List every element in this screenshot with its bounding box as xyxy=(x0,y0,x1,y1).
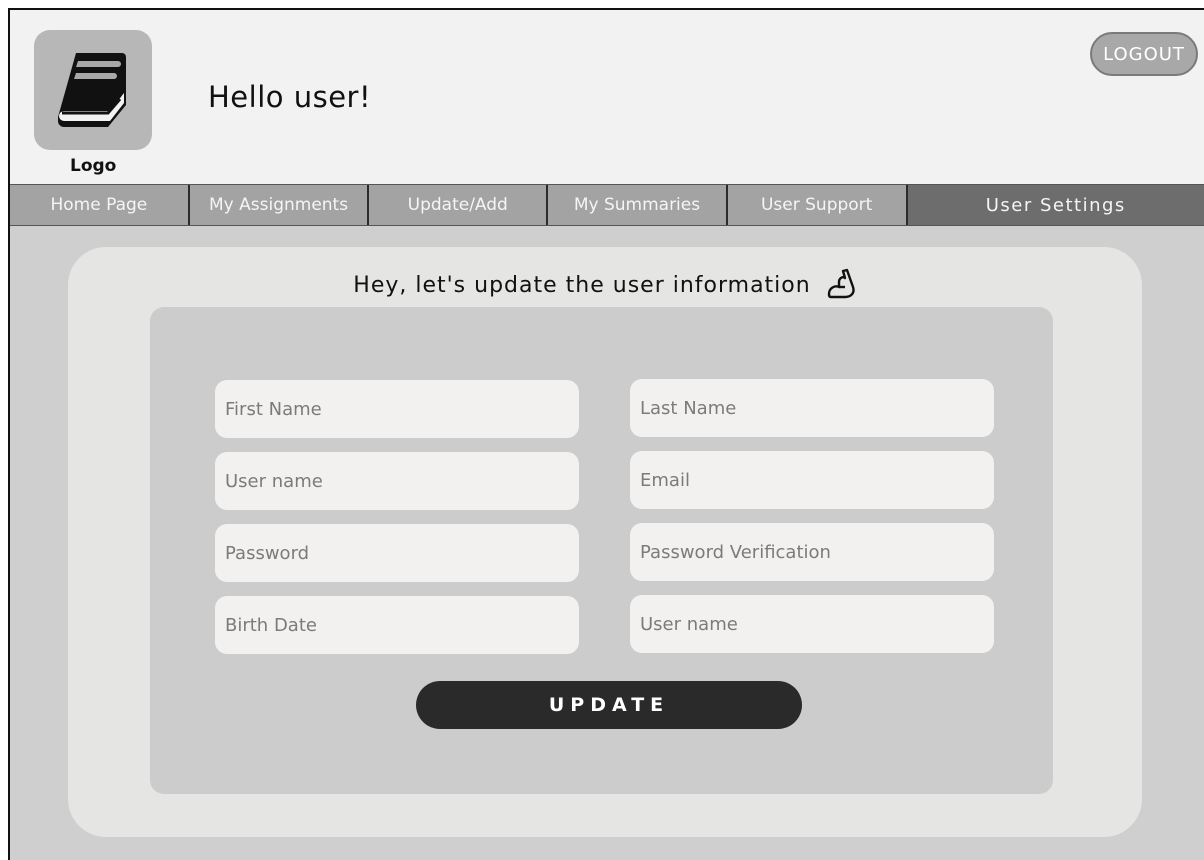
header: Logo Hello user! LOGOUT xyxy=(10,10,1204,184)
nav-my-assignments[interactable]: My Assignments xyxy=(190,185,370,225)
nav-user-support[interactable]: User Support xyxy=(728,185,908,225)
book-icon xyxy=(58,53,126,127)
greeting-text: Hello user! xyxy=(208,80,372,114)
update-button[interactable]: UPDATE xyxy=(416,681,802,729)
logo-label: Logo xyxy=(70,156,117,176)
birth-date-input[interactable] xyxy=(215,596,579,654)
app-frame: Logo Hello user! LOGOUT Home Page My Ass… xyxy=(8,8,1204,860)
nav-user-settings[interactable]: User Settings xyxy=(907,185,1204,225)
password-verification-input[interactable] xyxy=(630,523,994,581)
user-name-input-2[interactable] xyxy=(630,595,994,653)
email-input[interactable] xyxy=(630,451,994,509)
nav-home-page[interactable]: Home Page xyxy=(10,185,190,225)
user-form: UPDATE xyxy=(150,307,1053,794)
nav-my-summaries[interactable]: My Summaries xyxy=(548,185,728,225)
nav-update-add[interactable]: Update/Add xyxy=(369,185,549,225)
last-name-input[interactable] xyxy=(630,379,994,437)
first-name-input[interactable] xyxy=(215,380,579,438)
logo[interactable] xyxy=(34,30,152,150)
waving-hand-icon xyxy=(825,267,857,305)
form-title-text: Hey, let's update the user information xyxy=(353,273,811,298)
settings-panel: Hey, let's update the user information U… xyxy=(68,247,1142,837)
logout-button[interactable]: LOGOUT xyxy=(1090,32,1198,76)
user-name-input[interactable] xyxy=(215,452,579,510)
password-input[interactable] xyxy=(215,524,579,582)
main-nav: Home Page My Assignments Update/Add My S… xyxy=(10,184,1204,226)
form-title: Hey, let's update the user information xyxy=(68,267,1142,305)
